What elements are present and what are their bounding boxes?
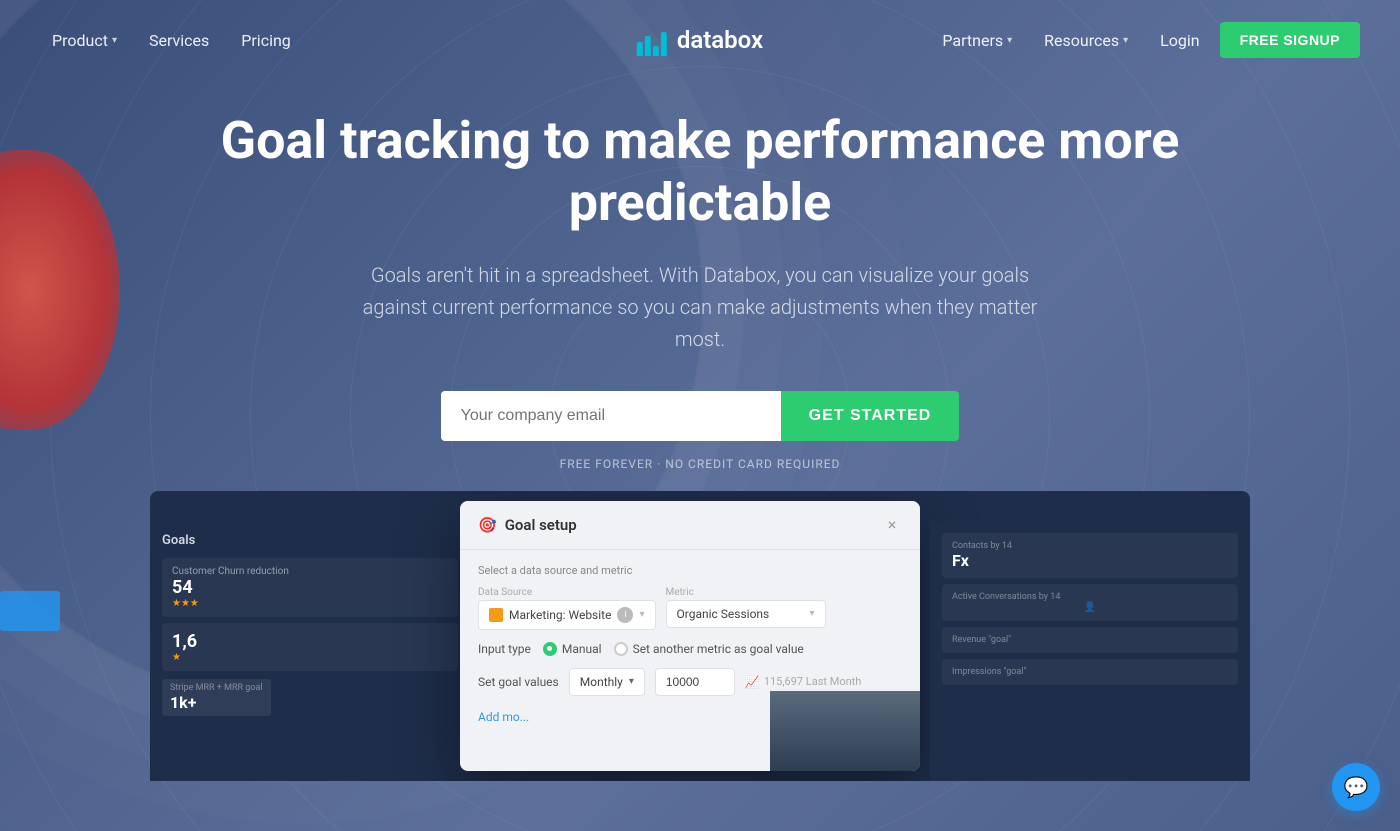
chevron-down-icon-partners: ▾ [1007, 35, 1012, 46]
goal-item-1: Customer Churn reduction 54 ★★★ [162, 558, 458, 617]
dashboard-preview: Goals Customer Churn reduction 54 ★★★ 1,… [150, 491, 1250, 781]
goal-item-2: 1,6 ★ [162, 623, 458, 671]
manual-radio[interactable]: Manual [543, 642, 602, 656]
manual-label: Manual [562, 642, 602, 656]
metric-label: Metric [666, 587, 826, 598]
video-play-area[interactable] [770, 691, 920, 771]
dashboard-bg: Goals Customer Churn reduction 54 ★★★ 1,… [150, 491, 1250, 781]
goal-values-label: Set goal values [478, 675, 559, 689]
goals-panel-title: Goals [162, 533, 458, 548]
metric-card-2: Active Conversations by 14 👤 [942, 584, 1238, 621]
chat-widget[interactable]: 💬 [1332, 763, 1380, 811]
nav-left: Product ▾ Services Pricing [40, 23, 303, 58]
logo[interactable]: databox [637, 24, 763, 56]
metric-2-icon: 👤 [952, 602, 1228, 613]
data-source-select[interactable]: Marketing: Website i ▾ [478, 600, 656, 630]
hero-section: Goal tracking to make performance more p… [0, 80, 1400, 471]
cta-note: FREE FOREVER · NO CREDIT CARD REQUIRED [40, 457, 1360, 471]
last-month-value: 115,697 Last Month [764, 675, 862, 688]
frequency-select[interactable]: Monthly ▾ [569, 668, 645, 696]
other-radio-btn[interactable] [614, 642, 628, 656]
other-metric-label: Set another metric as goal value [633, 642, 804, 656]
decorative-shape [0, 591, 60, 631]
chevron-down-icon: ▾ [112, 35, 117, 46]
add-more-link[interactable]: Add mo... [478, 710, 529, 724]
chevron-down-icon-frequency: ▾ [629, 676, 634, 687]
dark-metric: Stripe MRR + MRR goal 1k+ [162, 679, 271, 716]
metric-value: Organic Sessions [677, 607, 770, 621]
goal-value-input[interactable] [655, 668, 735, 696]
metric-2-label: Active Conversations by 14 [952, 592, 1228, 602]
nav-item-partners[interactable]: Partners ▾ [930, 23, 1024, 58]
metric-3-label: Revenue "goal" [952, 635, 1228, 645]
data-source-label: Data Source [478, 587, 656, 598]
nav-item-login[interactable]: Login [1148, 23, 1211, 58]
data-source-group: Data Source Marketing: Website i ▾ [478, 587, 656, 630]
metric-1-label: Contacts by 14 [952, 541, 1228, 551]
goals-panel: Goals Customer Churn reduction 54 ★★★ 1,… [150, 521, 470, 781]
right-panel: Contacts by 14 Fx Active Conversations b… [930, 521, 1250, 781]
last-month-stat: 📈 115,697 Last Month [745, 675, 861, 689]
nav-item-resources[interactable]: Resources ▾ [1032, 23, 1140, 58]
manual-radio-btn[interactable] [543, 642, 557, 656]
input-type-row: Input type Manual Set another metric as … [478, 642, 902, 656]
metric-group: Metric Organic Sessions ▾ [666, 587, 826, 630]
other-metric-radio[interactable]: Set another metric as goal value [614, 642, 804, 656]
metric-4-label: Impressions "goal" [952, 667, 1228, 677]
datasource-icon [489, 608, 503, 622]
modal-fields-row: Data Source Marketing: Website i ▾ Metri… [478, 587, 902, 630]
goal-item-1-stars: ★★★ [172, 598, 448, 609]
cta-form: GET STARTED [40, 391, 1360, 441]
goal-setup-modal: 🎯 Goal setup × Select a data source and … [460, 501, 920, 771]
goal-item-1-label: Customer Churn reduction [172, 566, 448, 577]
metric-card-1: Contacts by 14 Fx [942, 533, 1238, 578]
goal-icon: 🎯 [478, 516, 497, 534]
get-started-button[interactable]: GET STARTED [781, 391, 960, 441]
nav-item-pricing[interactable]: Pricing [229, 23, 303, 58]
input-type-label: Input type [478, 642, 531, 656]
modal-section-label: Select a data source and metric [478, 564, 902, 577]
logo-icon [637, 24, 669, 56]
email-input[interactable] [441, 391, 781, 441]
free-signup-button[interactable]: FREE SIGNUP [1220, 22, 1360, 58]
chat-icon: 💬 [1344, 775, 1369, 799]
modal-title: 🎯 Goal setup [478, 516, 577, 534]
goal-item-2-value: 1,6 [172, 631, 448, 652]
frequency-value: Monthly [580, 675, 623, 689]
info-icon: i [617, 607, 633, 623]
trend-icon: 📈 [745, 675, 760, 689]
chevron-down-icon-resources: ▾ [1123, 35, 1128, 46]
modal-close-button[interactable]: × [882, 515, 902, 535]
navbar: Product ▾ Services Pricing databox Partn… [0, 0, 1400, 80]
data-source-value: Marketing: Website [509, 608, 611, 622]
metric-card-3: Revenue "goal" [942, 627, 1238, 653]
modal-header: 🎯 Goal setup × [460, 501, 920, 550]
hero-title: Goal tracking to make performance more p… [200, 110, 1200, 235]
goal-item-2-stars: ★ [172, 652, 448, 663]
metric-1-value: Fx [952, 551, 1228, 570]
chevron-down-icon-metric: ▾ [809, 608, 814, 619]
chevron-down-icon-datasource: ▾ [639, 609, 644, 620]
goal-item-1-value: 54 [172, 577, 448, 598]
metric-card-4: Impressions "goal" [942, 659, 1238, 685]
nav-right: Partners ▾ Resources ▾ Login FREE SIGNUP [930, 22, 1360, 58]
nav-item-services[interactable]: Services [137, 23, 221, 58]
hero-subtitle: Goals aren't hit in a spreadsheet. With … [350, 259, 1050, 355]
metric-select[interactable]: Organic Sessions ▾ [666, 600, 826, 628]
nav-item-product[interactable]: Product ▾ [40, 23, 129, 58]
